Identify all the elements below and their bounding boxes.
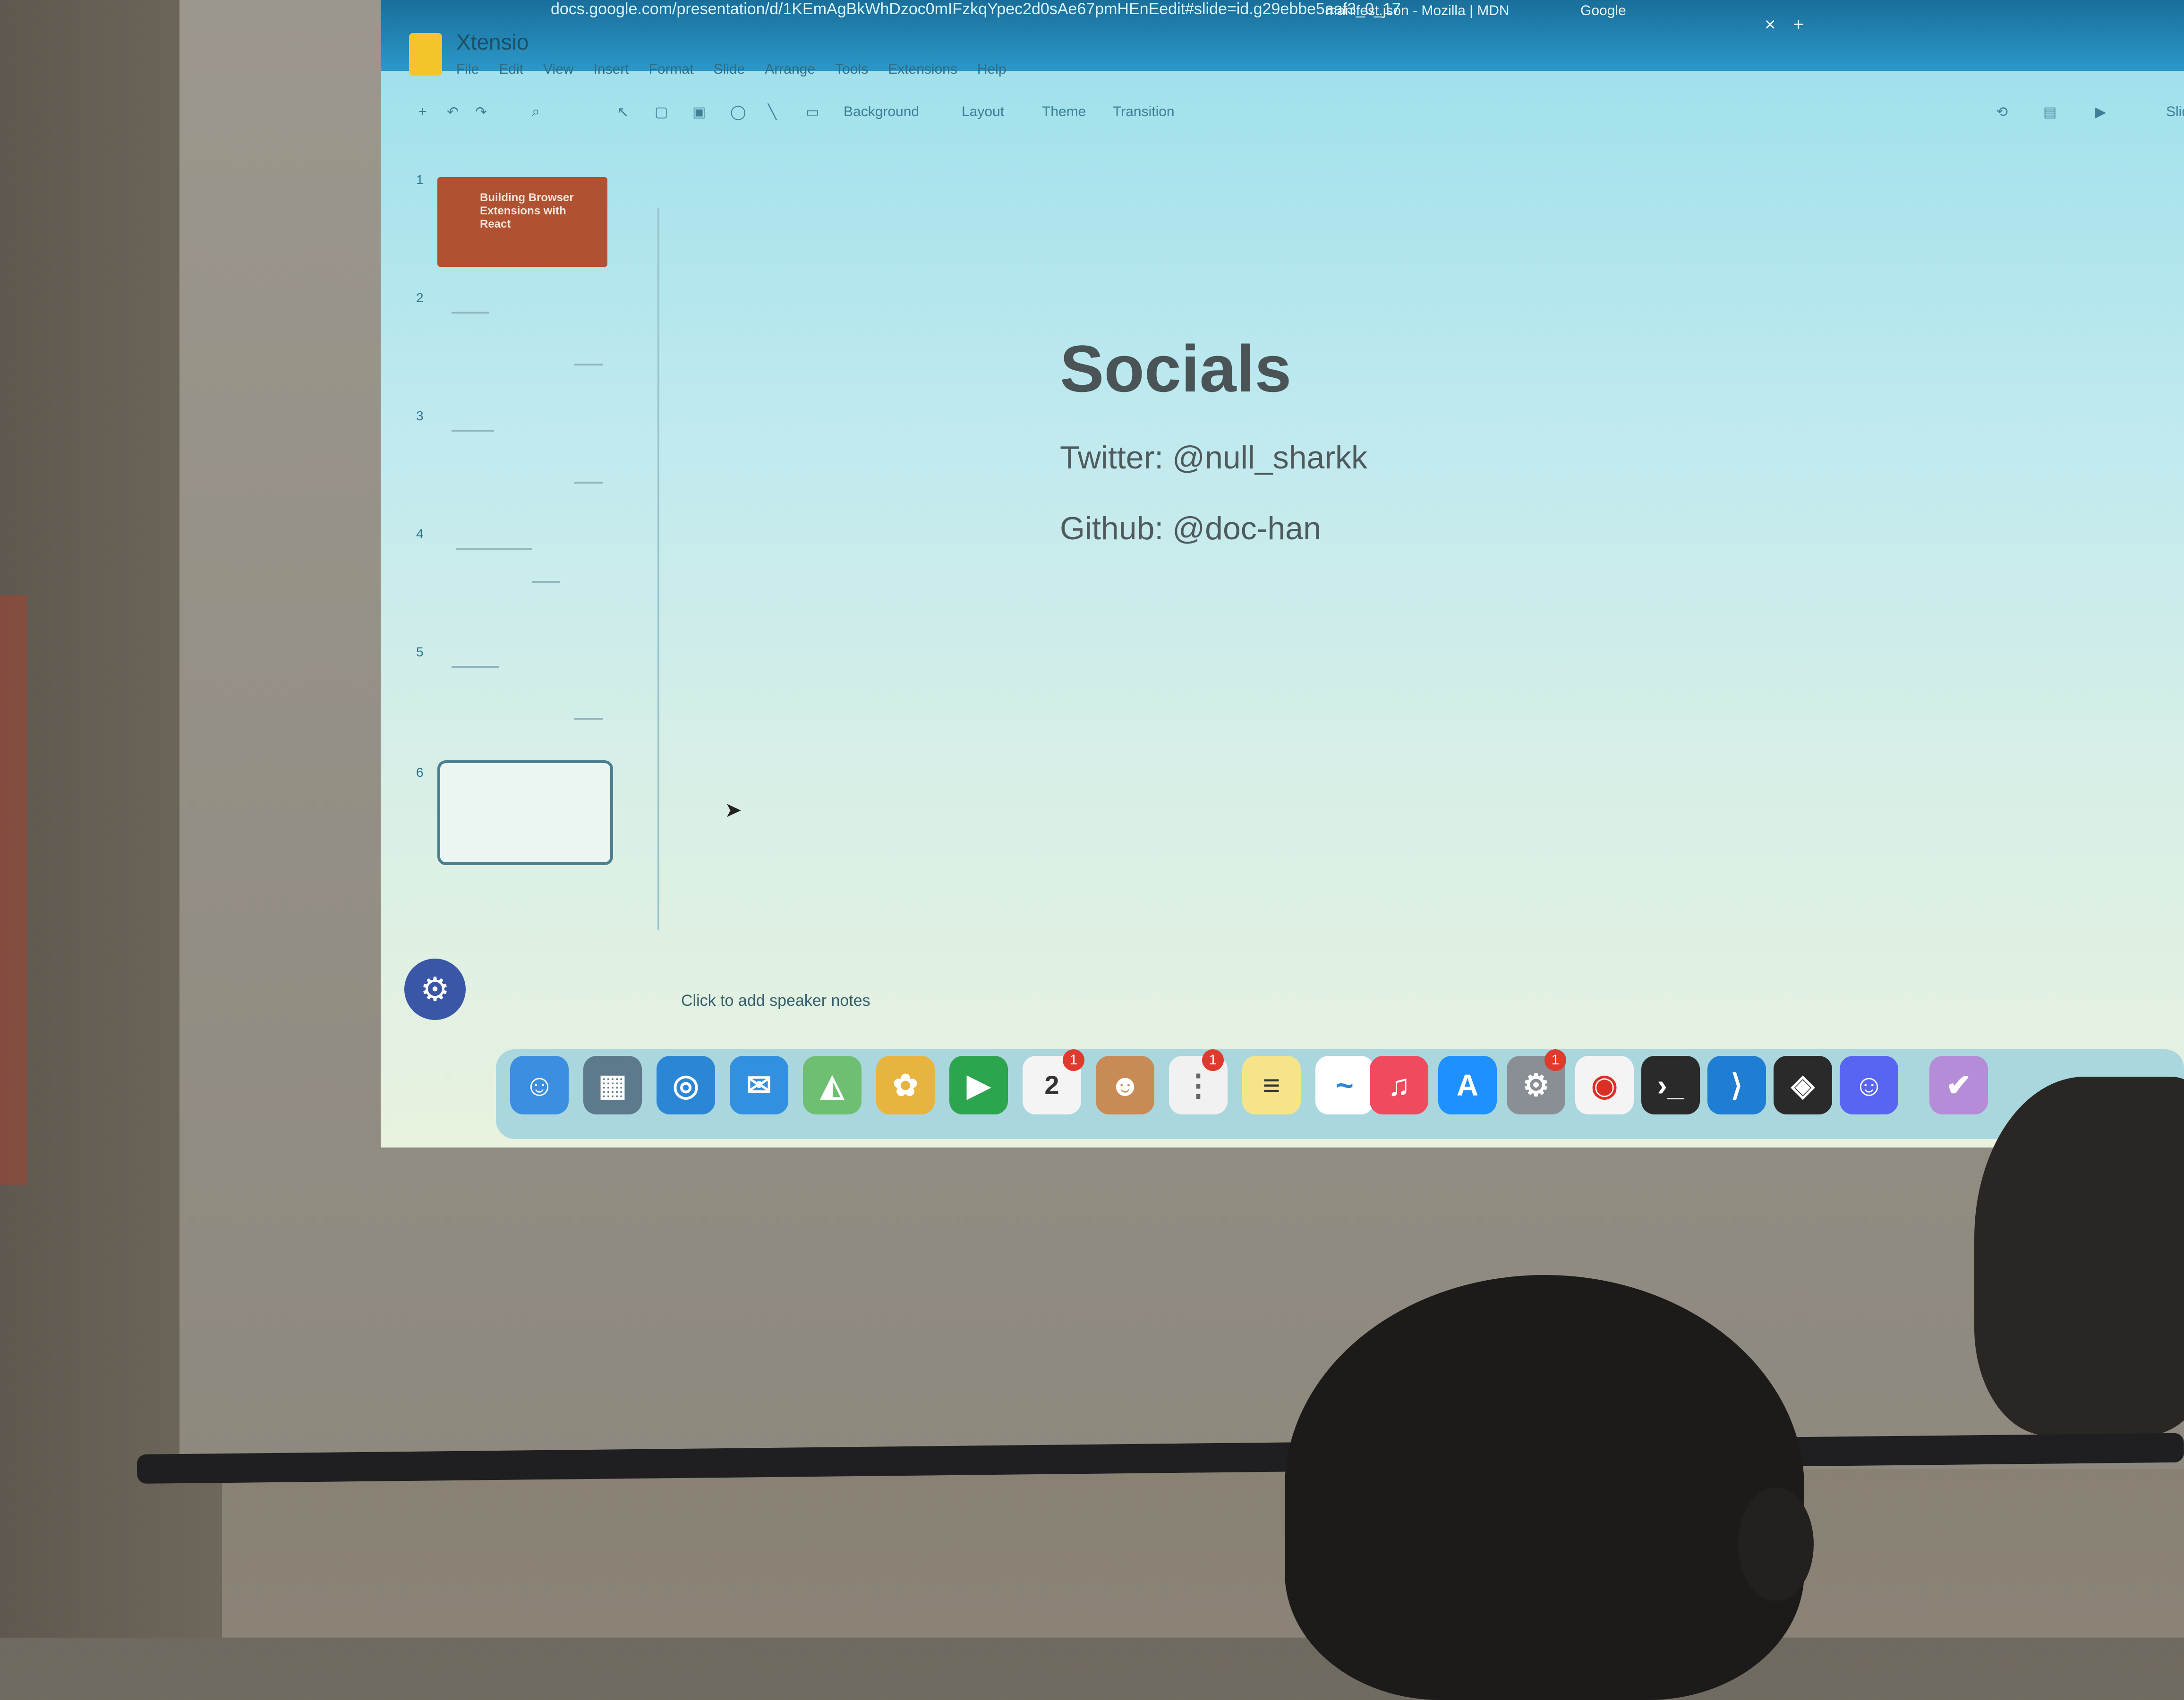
menu-file[interactable]: File — [456, 61, 479, 77]
thumb-title: Building Browser Extensions with React — [480, 191, 574, 230]
menu-bar: File Edit View Insert Format Slide Arran… — [456, 61, 1007, 77]
slide-github-line[interactable]: Github: @doc-han — [1060, 510, 1321, 547]
toolbar-background[interactable]: Background — [844, 104, 919, 120]
slides-toolbar: + ↶ ↷ ⌕ ↖ ▢ ▣ ◯ ╲ ▭ Background Layout Th… — [418, 104, 2184, 142]
toolbar-theme[interactable]: Theme — [1042, 104, 1086, 120]
menu-help[interactable]: Help — [977, 61, 1007, 77]
wall-poster — [0, 595, 27, 1185]
photos-icon[interactable]: ✿ — [876, 1056, 935, 1114]
presenter-hand — [1974, 1077, 2184, 1436]
tab-google[interactable]: Google — [1580, 3, 1626, 24]
mail-icon[interactable]: ✉ — [730, 1056, 788, 1114]
menu-arrange[interactable]: Arrange — [765, 61, 815, 77]
thumb-number: 6 — [416, 765, 424, 780]
gear-icon[interactable]: ⚙ — [404, 959, 466, 1020]
close-tab-icon[interactable]: × — [1765, 14, 1775, 35]
vscode-icon[interactable]: ⟩ — [1707, 1056, 1766, 1114]
comment-icon[interactable]: ▭ — [806, 104, 819, 120]
chrome-icon[interactable]: ◉ — [1575, 1056, 1634, 1114]
finder-icon[interactable]: ☺ — [510, 1056, 569, 1114]
freeform-icon[interactable]: ~ — [1315, 1056, 1374, 1114]
select-icon[interactable]: ↖ — [617, 104, 629, 120]
menu-slide[interactable]: Slide — [714, 61, 745, 77]
textbox-icon[interactable]: ▢ — [655, 104, 668, 120]
audience-head — [1285, 1275, 1804, 1700]
line-icon[interactable]: ╲ — [768, 104, 776, 120]
undo-icon[interactable]: ↶ — [447, 104, 459, 120]
music-icon[interactable]: ♫ — [1370, 1056, 1428, 1114]
zoom-icon[interactable]: ⌕ — [532, 104, 540, 120]
slide-thumb-5[interactable] — [437, 647, 607, 737]
facetime-icon[interactable]: ▶ — [949, 1056, 1008, 1114]
thumb-number: 2 — [416, 290, 424, 305]
calendar-badge: 1 — [1063, 1049, 1084, 1071]
history-icon[interactable]: ⟲ — [1996, 104, 2008, 120]
slide-twitter-line[interactable]: Twitter: @null_sharkk — [1060, 439, 1367, 476]
terminal-icon[interactable]: ›_ — [1641, 1056, 1700, 1114]
menu-view[interactable]: View — [543, 61, 573, 77]
thumb-number: 1 — [416, 172, 424, 187]
menu-extensions[interactable]: Extensions — [888, 61, 957, 77]
maps-icon[interactable]: ◭ — [803, 1056, 862, 1114]
browser-toolbar: docs.google.com/presentation/d/1KEmAgBkW… — [381, 0, 2184, 71]
menu-edit[interactable]: Edit — [499, 61, 523, 77]
discord-icon[interactable]: ☺ — [1840, 1056, 1898, 1114]
menu-format[interactable]: Format — [649, 61, 694, 77]
slide-thumb-4[interactable] — [437, 529, 607, 619]
figma-icon[interactable]: ◈ — [1774, 1056, 1832, 1114]
toolbar-layout[interactable]: Layout — [962, 104, 1004, 120]
thumb-number: 3 — [416, 408, 424, 423]
new-tab-icon[interactable]: + — [1793, 14, 1804, 35]
menu-tools[interactable]: Tools — [835, 61, 868, 77]
thumb-number: 5 — [416, 645, 424, 659]
slides-logo-icon[interactable] — [409, 33, 442, 76]
redo-icon[interactable]: ↷ — [475, 104, 487, 120]
mouse-cursor-icon: ➤ — [725, 799, 742, 822]
slide-thumb-3[interactable] — [437, 411, 607, 501]
speaker-notes[interactable]: Click to add speaker notes — [681, 992, 870, 1010]
safari-icon[interactable]: ◎ — [657, 1056, 715, 1114]
calendar-day: 2 — [1044, 1070, 1059, 1100]
present-icon[interactable]: ▶ — [2095, 104, 2106, 120]
settings-badge: 1 — [1544, 1049, 1566, 1071]
slide-title[interactable]: Socials — [1060, 331, 1291, 407]
filmstrip-divider[interactable] — [657, 208, 659, 930]
notes-icon[interactable]: ≡ — [1242, 1056, 1301, 1114]
add-icon[interactable]: + — [418, 104, 427, 120]
audience-ear — [1738, 1488, 1814, 1601]
menu-insert[interactable]: Insert — [594, 61, 629, 77]
slideshow-button[interactable]: Slides — [2166, 104, 2184, 120]
shape-icon[interactable]: ◯ — [730, 104, 746, 120]
doc-title[interactable]: Xtensio — [456, 29, 529, 55]
app-store-icon[interactable]: A — [1438, 1056, 1497, 1114]
contacts-icon[interactable]: ☻ — [1096, 1056, 1154, 1114]
reminders-badge: 1 — [1202, 1049, 1224, 1071]
thumb-number: 4 — [416, 527, 424, 541]
slide-thumb-2[interactable] — [437, 293, 607, 382]
toolbar-transition[interactable]: Transition — [1113, 104, 1175, 120]
tasks-icon[interactable]: ✔ — [1929, 1056, 1988, 1114]
launchpad-icon[interactable]: ▦ — [583, 1056, 642, 1114]
slide-thumb-6-selected[interactable] — [437, 760, 613, 865]
image-icon[interactable]: ▣ — [692, 104, 706, 120]
projected-desktop: docs.google.com/presentation/d/1KEmAgBkW… — [381, 0, 2184, 1148]
tab-mdn[interactable]: manifest.json - Mozilla | MDN — [1325, 3, 1510, 24]
slide-thumb-1[interactable]: Building Browser Extensions with React — [437, 177, 607, 267]
comments-icon[interactable]: ▤ — [2043, 104, 2056, 120]
